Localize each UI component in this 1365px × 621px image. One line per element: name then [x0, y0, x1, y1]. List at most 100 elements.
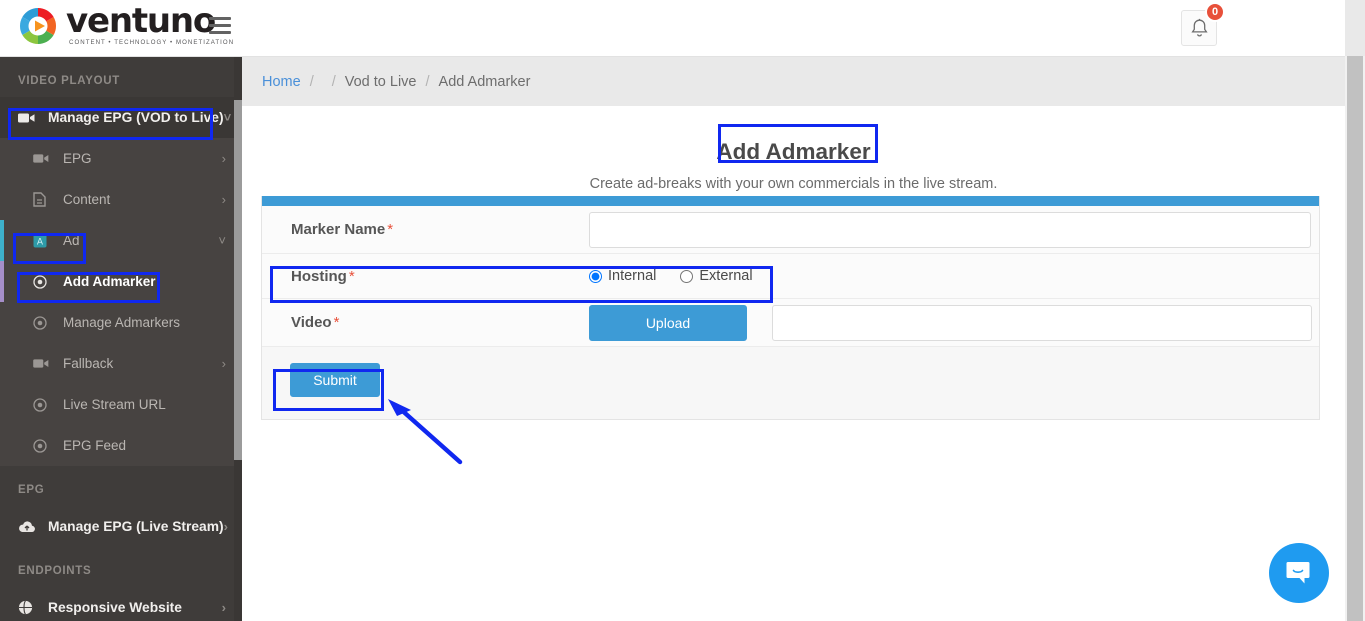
admarker-form-card: Marker Name* Hosting* Internal Externa [261, 196, 1320, 420]
hosting-label: Hosting * [262, 268, 589, 285]
chevron-right-icon: › [221, 600, 226, 615]
sidebar-nav: VIDEO PLAYOUT Manage EPG (VOD to Live) ˅… [0, 57, 242, 621]
ventuno-pinwheel-logo-icon [18, 6, 58, 46]
hosting-control: Internal External [589, 268, 1319, 284]
required-asterisk: * [387, 221, 394, 238]
sidebar-item-manage-epg-live-stream[interactable]: Manage EPG (Live Stream) › [0, 506, 242, 547]
hosting-option-internal-label: Internal [608, 268, 657, 284]
hosting-label-text: Hosting [291, 267, 347, 285]
sidebar-item-manage-epg-vod-to-live[interactable]: Manage EPG (VOD to Live) ˅ [0, 97, 242, 138]
hosting-radio-internal[interactable] [589, 269, 602, 283]
sidebar-item-label: Live Stream URL [63, 397, 166, 412]
required-asterisk: * [348, 267, 355, 285]
brand-logo[interactable]: ventuno CONTENT • TECHNOLOGY • MONETIZAT… [18, 4, 235, 46]
submit-button[interactable]: Submit [290, 363, 380, 397]
app-header: ventuno CONTENT • TECHNOLOGY • MONETIZAT… [0, 0, 1365, 57]
radio-dot-icon [33, 274, 52, 289]
required-asterisk: * [333, 314, 340, 331]
cloud-upload-icon [18, 520, 37, 534]
sidebar-item-label: Manage Admarkers [63, 315, 181, 330]
chevron-down-icon: ˅ [218, 233, 226, 248]
chevron-right-icon: › [221, 151, 226, 166]
upload-button[interactable]: Upload [589, 304, 747, 341]
sidebar-item-label: Content [63, 192, 111, 207]
sidebar-item-ad[interactable]: A Ad ˅ [0, 220, 242, 261]
brand-tagline: CONTENT • TECHNOLOGY • MONETIZATION [69, 39, 235, 46]
breadcrumb: Home / / Vod to Live / Add Admarker [242, 57, 1345, 106]
breadcrumb-vod-to-live[interactable]: Vod to Live [345, 74, 417, 90]
chevron-right-icon: › [221, 192, 226, 207]
sidebar-scroll-content: VIDEO PLAYOUT Manage EPG (VOD to Live) ˅… [0, 57, 242, 621]
marker-name-label: Marker Name * [262, 221, 589, 238]
file-icon [33, 192, 52, 207]
sidebar-item-label: EPG [63, 151, 92, 166]
notifications-button[interactable]: 0 [1181, 2, 1225, 46]
sidebar-item-live-stream-url[interactable]: Live Stream URL [0, 384, 242, 425]
svg-text:A: A [37, 237, 44, 247]
page-title: Add Admarker [716, 139, 871, 164]
globe-icon [18, 600, 37, 615]
sidebar-item-label: EPG Feed [63, 438, 127, 453]
sidebar-item-epg[interactable]: EPG › [0, 138, 242, 179]
radio-dot-icon [33, 438, 52, 453]
sidebar-item-label: Manage EPG (Live Stream) [48, 519, 224, 534]
page-scrollbar-thumb[interactable] [1347, 55, 1363, 621]
video-control: Upload [589, 304, 1322, 341]
sidebar-item-label: Responsive Website [48, 600, 182, 615]
sidebar-item-label: Ad [63, 233, 80, 248]
sidebar-item-manage-admarkers[interactable]: Manage Admarkers [0, 302, 242, 343]
video-camera-icon [33, 153, 52, 164]
form-row-hosting: Hosting * Internal External [262, 254, 1319, 299]
sidebar-item-add-admarker[interactable]: Add Admarker [0, 261, 242, 302]
hosting-radio-external[interactable] [680, 269, 694, 283]
hosting-radio-group: Internal External [589, 268, 1309, 284]
sidebar-section-title-epg: EPG [18, 484, 45, 496]
sidebar-submenu-manage-epg: EPG › Content › A Ad ˅ Add Admarker Mana… [0, 138, 242, 466]
card-footer: Submit [262, 347, 1319, 419]
sidebar-scrollbar[interactable] [234, 57, 242, 621]
radio-dot-icon [33, 315, 52, 330]
breadcrumb-separator: / [425, 73, 430, 90]
chat-launcher-button[interactable] [1269, 543, 1329, 603]
chevron-right-icon: › [223, 519, 228, 534]
breadcrumb-home[interactable]: Home [262, 74, 301, 90]
sidebar-item-fallback[interactable]: Fallback › [0, 343, 242, 384]
video-camera-icon [18, 112, 37, 124]
card-accent-bar [262, 196, 1319, 206]
sidebar-item-label: Manage EPG (VOD to Live) [48, 110, 224, 125]
sidebar-section-title-video-playout: VIDEO PLAYOUT [18, 75, 120, 87]
form-row-video: Video * Upload [262, 299, 1319, 347]
main-content: Home / / Vod to Live / Add Admarker Add … [242, 57, 1345, 621]
breadcrumb-separator: / [309, 73, 314, 90]
header-right-filler [1345, 0, 1365, 56]
breadcrumb-separator: / [331, 73, 336, 90]
video-camera-icon [33, 358, 52, 369]
marker-name-input[interactable] [589, 211, 1311, 248]
page-subtitle: Create ad-breaks with your own commercia… [589, 176, 998, 192]
chevron-down-icon: ˅ [223, 110, 232, 125]
sidebar-item-content[interactable]: Content › [0, 179, 242, 220]
sidebar-item-label: Add Admarker [63, 274, 156, 289]
hosting-option-internal[interactable]: Internal [589, 268, 656, 284]
hosting-option-external[interactable]: External [680, 268, 753, 284]
radio-dot-icon [33, 397, 52, 412]
video-label: Video * [262, 314, 589, 331]
video-filename-input[interactable] [772, 304, 1312, 341]
sidebar-scrollbar-thumb[interactable] [234, 100, 242, 460]
marker-name-label-text: Marker Name [291, 221, 386, 238]
page-header: Add Admarker Create ad-breaks with your … [242, 106, 1345, 192]
hamburger-bar [209, 31, 231, 34]
video-label-text: Video [291, 314, 332, 331]
page-scrollbar[interactable] [1345, 0, 1365, 621]
breadcrumb-current: Add Admarker [438, 73, 531, 90]
sidebar-item-epg-feed[interactable]: EPG Feed [0, 425, 242, 466]
hamburger-icon[interactable] [209, 17, 231, 35]
ad-badge-icon: A [33, 234, 52, 248]
notification-count-badge: 0 [1205, 2, 1225, 22]
hosting-option-external-label: External [699, 268, 753, 284]
sidebar-item-label: Fallback [63, 356, 114, 371]
sidebar-item-responsive-website[interactable]: Responsive Website › [0, 587, 242, 621]
chevron-right-icon: › [221, 356, 226, 371]
hamburger-bar [209, 17, 231, 20]
form-row-marker-name: Marker Name * [262, 206, 1319, 254]
